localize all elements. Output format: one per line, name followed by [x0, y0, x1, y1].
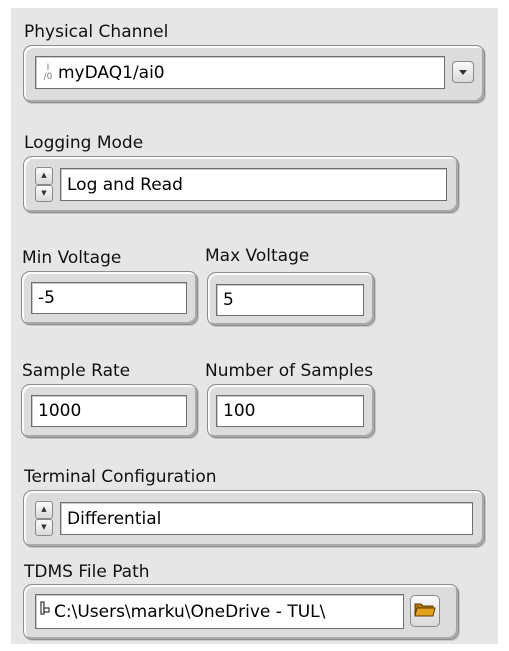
- physical-channel-value: myDAQ1/ai0: [58, 62, 165, 83]
- terminal-configuration-value: Differential: [67, 508, 162, 529]
- terminal-configuration-field[interactable]: Differential: [60, 502, 473, 535]
- physical-channel-label: Physical Channel: [24, 22, 169, 42]
- logging-mode-field[interactable]: Log and Read: [60, 168, 447, 201]
- sample-rate-value: 1000: [38, 401, 82, 421]
- physical-channel-dropdown-button[interactable]: [452, 61, 474, 83]
- min-voltage-label: Min Voltage: [22, 248, 122, 268]
- arrow-down-icon[interactable]: ▼: [35, 518, 53, 536]
- tdms-file-path-label: TDMS File Path: [24, 562, 150, 582]
- sample-rate-label: Sample Rate: [22, 361, 131, 381]
- logging-mode-spinner[interactable]: ▲ ▼: [35, 167, 53, 202]
- tdms-file-path-field[interactable]: C:\Users\marku\OneDrive - TUL\: [35, 594, 404, 629]
- number-of-samples-label: Number of Samples: [205, 361, 374, 381]
- logging-mode-label: Logging Mode: [24, 133, 144, 153]
- arrow-up-icon[interactable]: ▲: [35, 167, 53, 185]
- max-voltage-field[interactable]: 5: [216, 284, 364, 316]
- terminal-configuration-label: Terminal Configuration: [24, 467, 217, 487]
- max-voltage-label: Max Voltage: [205, 246, 310, 266]
- tdms-file-path-value: C:\Users\marku\OneDrive - TUL\: [54, 601, 326, 622]
- path-icon: [40, 601, 50, 622]
- min-voltage-value: -5: [38, 288, 55, 308]
- logging-mode-value: Log and Read: [67, 174, 183, 195]
- physical-channel-field[interactable]: I/0 myDAQ1/ai0: [35, 56, 445, 89]
- max-voltage-value: 5: [223, 290, 234, 310]
- min-voltage-field[interactable]: -5: [31, 282, 187, 314]
- sample-rate-field[interactable]: 1000: [31, 395, 187, 427]
- folder-icon: [414, 601, 436, 621]
- io-icon: I/0: [43, 62, 53, 82]
- front-panel: [11, 8, 498, 644]
- arrow-down-icon[interactable]: ▼: [35, 184, 53, 202]
- number-of-samples-field[interactable]: 100: [216, 395, 364, 427]
- arrow-up-icon[interactable]: ▲: [35, 501, 53, 519]
- chevron-down-icon: [459, 69, 467, 75]
- number-of-samples-value: 100: [223, 401, 256, 421]
- terminal-configuration-spinner[interactable]: ▲ ▼: [35, 501, 53, 536]
- browse-button[interactable]: [410, 595, 440, 627]
